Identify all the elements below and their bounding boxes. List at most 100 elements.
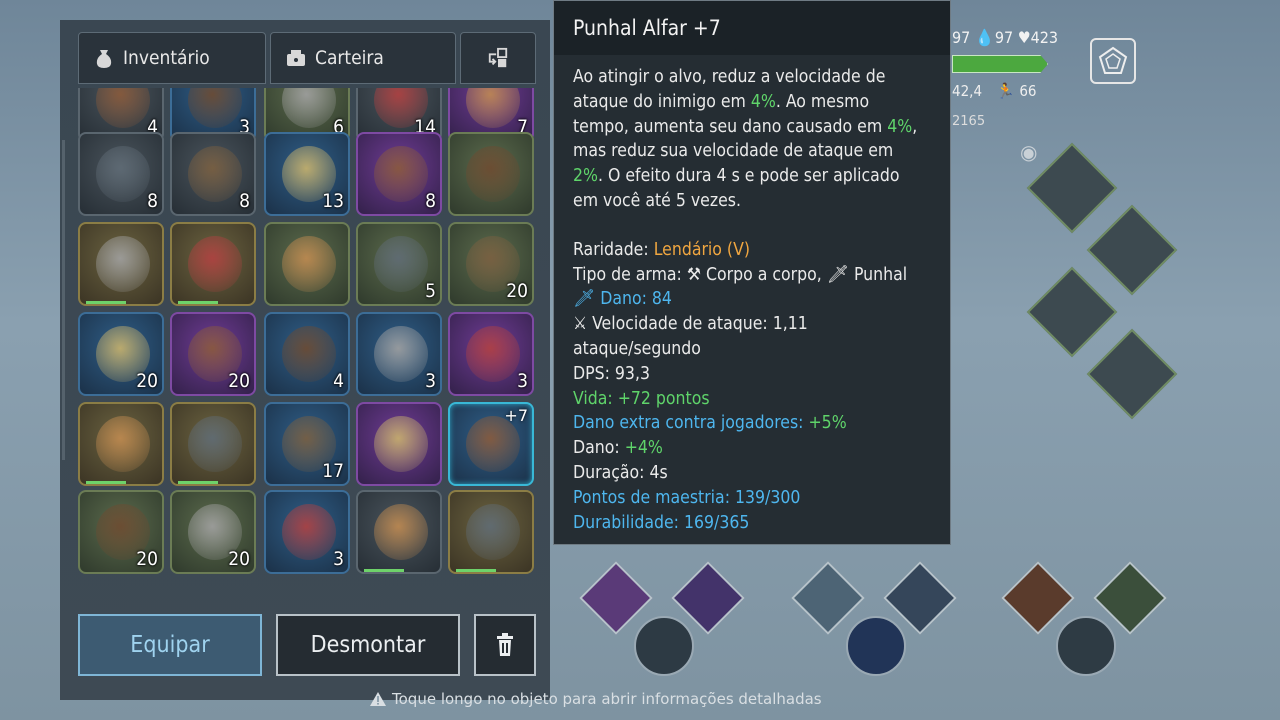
inventory-slot[interactable]: 20 — [170, 312, 256, 396]
dismantle-button[interactable]: Desmontar — [276, 614, 460, 676]
inventory-slot[interactable]: 20 — [448, 222, 534, 306]
equip-slot-legs[interactable] — [1026, 266, 1118, 358]
item-count: 8 — [239, 190, 250, 212]
swap-view-button[interactable] — [460, 32, 536, 84]
item-icon — [188, 88, 242, 128]
inventory-slot[interactable] — [448, 132, 534, 216]
tooltip-title: Punhal Alfar +7 — [554, 1, 950, 55]
tooltip-attack-speed: ⚔ Velocidade de ataque: 1,11 — [573, 314, 808, 335]
attributes-button[interactable] — [1090, 38, 1136, 84]
item-icon — [466, 146, 520, 202]
durability-bar — [364, 569, 404, 572]
sword-icon: 🗡 — [573, 289, 596, 310]
skill-slot-5[interactable] — [1001, 561, 1075, 635]
tab-inventory-label: Inventário — [123, 47, 210, 69]
inventory-slot[interactable]: 3 — [356, 312, 442, 396]
trash-button[interactable] — [474, 614, 536, 676]
item-icon — [96, 236, 150, 292]
item-icon — [96, 146, 150, 202]
skill-slot-3[interactable] — [791, 561, 865, 635]
stat-secondary: 2165 — [952, 114, 986, 129]
inventory-slot[interactable]: 5 — [356, 222, 442, 306]
item-count: 8 — [147, 190, 158, 212]
inventory-slot[interactable]: 20 — [78, 312, 164, 396]
hint-text: Toque longo no objeto para abrir informa… — [370, 690, 822, 708]
tooltip-damage: 🗡 Dano: 84 — [573, 289, 672, 310]
skill-slot-1[interactable] — [579, 561, 653, 635]
inventory-slot[interactable]: 8 — [356, 132, 442, 216]
drop-icon: 💧 — [974, 28, 995, 47]
equip-slot-chest[interactable] — [1086, 204, 1178, 296]
tab-wallet[interactable]: Carteira — [270, 32, 456, 84]
tooltip-desc-line: em você até 5 vezes. — [573, 190, 741, 211]
item-icon — [374, 236, 428, 292]
item-icon — [374, 504, 428, 560]
inventory-slot[interactable] — [356, 490, 442, 574]
inventory-slot[interactable]: 4 — [264, 312, 350, 396]
tooltip-pvp: Dano extra contra jogadores: +5% — [573, 413, 847, 434]
wallet-icon — [285, 47, 307, 69]
item-count: 13 — [322, 190, 344, 212]
inventory-slot[interactable] — [78, 402, 164, 486]
tooltip-rarity: Raridade: Lendário (V) — [573, 239, 750, 260]
item-icon — [96, 416, 150, 472]
item-count: 20 — [228, 548, 250, 570]
inventory-slot[interactable] — [78, 222, 164, 306]
inventory-slot[interactable] — [170, 402, 256, 486]
inventory-slot[interactable] — [356, 402, 442, 486]
companion-slot-1[interactable] — [634, 616, 694, 676]
tooltip-attack-speed-unit: ataque/segundo — [573, 338, 701, 359]
tab-wallet-label: Carteira — [315, 47, 384, 69]
tooltip-dps: DPS: 93,3 — [573, 363, 650, 384]
companion-slot-2[interactable] — [846, 616, 906, 676]
item-count: 5 — [425, 280, 436, 302]
item-count: 20 — [136, 548, 158, 570]
inventory-slot[interactable] — [170, 222, 256, 306]
tooltip-body: Ao atingir o alvo, reduz a velocidade de… — [554, 55, 950, 535]
inventory-slot[interactable]: 13 — [264, 132, 350, 216]
inventory-slot[interactable]: 8 — [170, 132, 256, 216]
inventory-grid: 4 3 6 14 7 8 8 13 8 5 20 20 20 4 3 3 17 +7 20 20 3 — [78, 88, 538, 608]
item-icon — [374, 416, 428, 472]
item-count: 20 — [228, 370, 250, 392]
pentagon-icon — [1098, 46, 1128, 74]
tooltip-duration: Duração: 4s — [573, 462, 668, 483]
companion-slot-3[interactable] — [1056, 616, 1116, 676]
inventory-slot[interactable]: 17 — [264, 402, 350, 486]
item-icon — [282, 88, 336, 128]
item-icon — [282, 236, 336, 292]
item-icon — [282, 504, 336, 560]
axe-icon: ⚒ — [686, 264, 701, 285]
tooltip-durability: Durabilidade: 169/365 — [573, 512, 750, 533]
inventory-slot[interactable] — [264, 222, 350, 306]
item-count: 3 — [517, 370, 528, 392]
tooltip-mastery: Pontos de maestria: 139/300 — [573, 487, 801, 508]
tooltip-weapon-type: Tipo de arma: ⚒ Corpo a corpo, 🗡 Punhal — [573, 264, 908, 285]
attack-speed-icon: ⚔ — [573, 314, 588, 335]
inventory-slot[interactable]: 20 — [78, 490, 164, 574]
warning-icon — [370, 692, 386, 706]
inventory-slot[interactable]: 3 — [448, 312, 534, 396]
item-upgrade-level: +7 — [504, 406, 528, 425]
tooltip-desc-line: Ao atingir o alvo, reduz a velocidade de — [573, 67, 886, 87]
hide-icon[interactable]: ◉ — [1020, 140, 1037, 164]
tooltip-desc-line: ataque do inimigo em 4%. Ao mesmo — [573, 91, 870, 112]
item-count: 20 — [136, 370, 158, 392]
scrollbar[interactable] — [62, 140, 65, 460]
equip-button[interactable]: Equipar — [78, 614, 262, 676]
inventory-slot[interactable]: 8 — [78, 132, 164, 216]
tooltip-damage-bonus: Dano: +4% — [573, 438, 663, 459]
item-count: 4 — [333, 370, 344, 392]
durability-bar — [86, 301, 126, 304]
tab-inventory[interactable]: Inventário — [78, 32, 266, 84]
inventory-slot[interactable] — [448, 490, 534, 574]
item-icon — [374, 326, 428, 382]
durability-bar — [86, 481, 126, 484]
equip-slot-helmet[interactable] — [1026, 142, 1118, 234]
inventory-slot[interactable]: +7 — [448, 402, 534, 486]
inventory-slot[interactable]: 3 — [264, 490, 350, 574]
inventory-slot[interactable]: 20 — [170, 490, 256, 574]
item-icon — [282, 326, 336, 382]
item-icon — [188, 236, 242, 292]
equip-slot-boots[interactable] — [1086, 328, 1178, 420]
